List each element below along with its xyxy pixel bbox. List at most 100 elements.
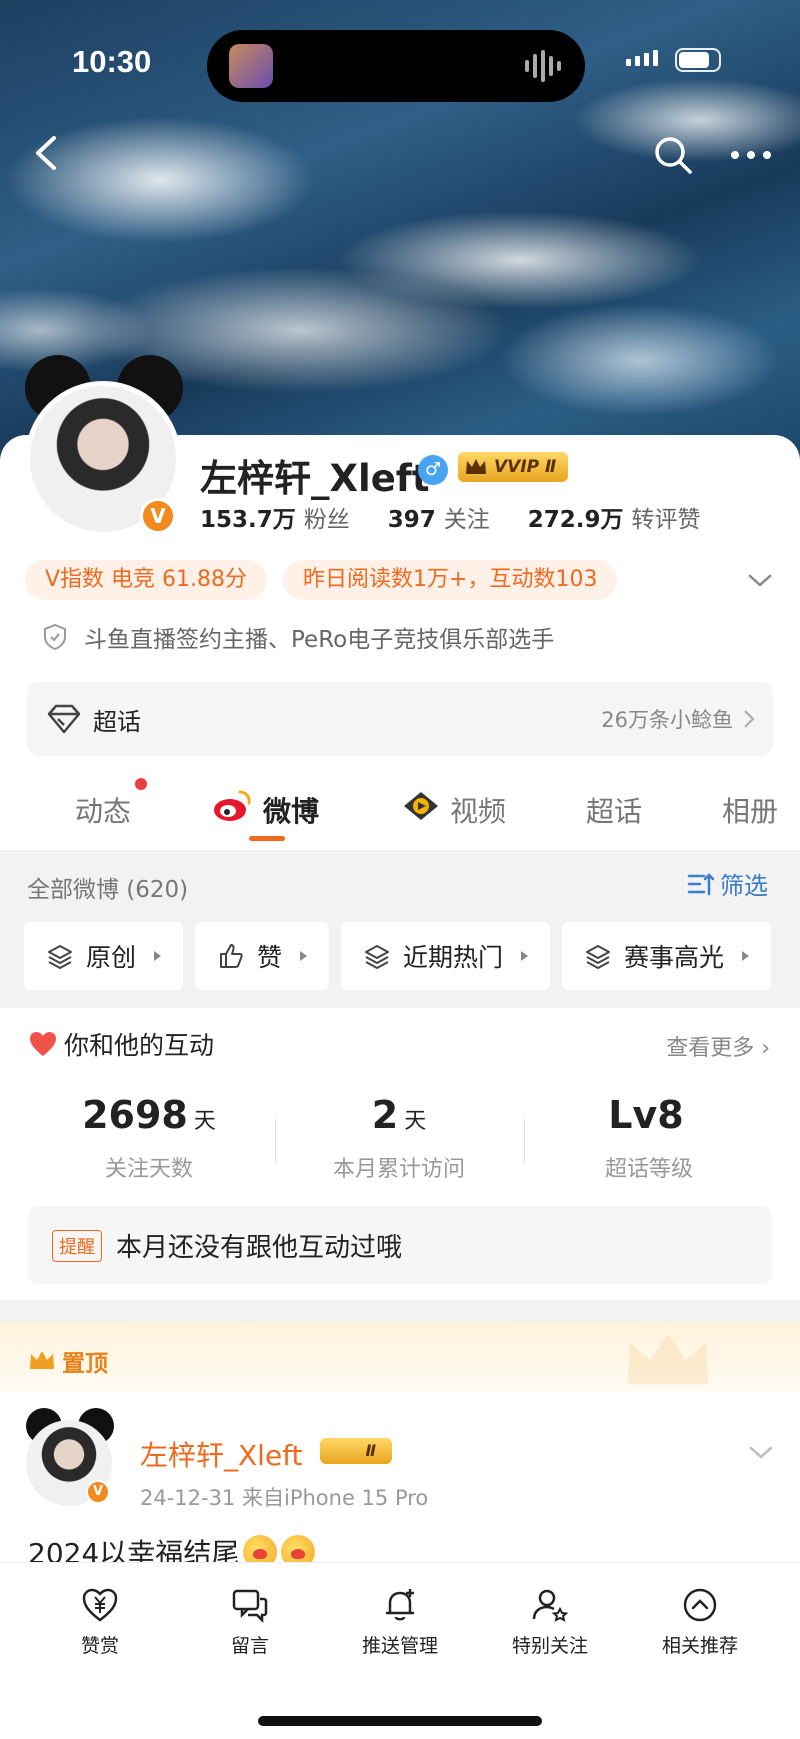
filter-icon [687, 872, 714, 895]
special-follow-label: 特别关注 [511, 1635, 588, 1657]
metric-label: 本月累计访问 [332, 1157, 465, 1182]
verified-badge-icon: V [140, 498, 176, 534]
more-icon[interactable] [726, 140, 776, 170]
interaction-title: 你和他的互动 [28, 1026, 214, 1062]
chevron-down-icon[interactable] [748, 1444, 774, 1462]
active-tab-indicator [249, 836, 285, 841]
signal-icon [626, 50, 658, 66]
vvip-label: VVIP Ⅱ [494, 457, 557, 477]
male-gender-icon: ♂ [418, 455, 448, 485]
stat-value: 397 [387, 507, 436, 533]
interaction-card: 你和他的互动 查看更多 › 2698 天 关注天数 2天 本月累计访问 Lv8 超… [0, 1008, 800, 1300]
back-icon[interactable] [22, 128, 72, 178]
pill-liked[interactable]: 赞 [195, 922, 330, 990]
profile-tabs: 动态 微博 视频 超话 相册 [0, 770, 800, 850]
filter-button[interactable]: 筛选 [686, 866, 768, 901]
stat-value: 153.7万 [200, 507, 296, 533]
notification-dot [135, 778, 147, 790]
stat-followers[interactable]: 153.7万 粉丝 [200, 500, 350, 534]
stat-value: 272.9万 [527, 507, 624, 533]
tab-weibo[interactable]: 微博 [263, 790, 319, 830]
pinned-text: 置顶 [62, 1351, 108, 1377]
pinned-label: 置顶 [28, 1344, 108, 1378]
tab-supertopic[interactable]: 超话 [586, 790, 642, 830]
supertopic-label: 超话 [93, 708, 141, 736]
pill-label: 赞 [257, 943, 283, 972]
status-time: 10:30 [72, 44, 152, 79]
filter-label: 筛选 [720, 872, 768, 900]
bell-plus-icon [386, 1589, 414, 1621]
related-recommend-button[interactable]: 相关推荐 [620, 1585, 780, 1658]
metric-monthly-visits: 2天 本月累计访问 [274, 1093, 524, 1183]
pill-label: 原创 [86, 943, 137, 972]
crown-icon [30, 1351, 54, 1369]
stat-label: 转评赞 [631, 507, 701, 533]
chevron-up-circle-icon [683, 1588, 717, 1622]
related-recommend-label: 相关推荐 [661, 1635, 738, 1657]
pinned-header: 置顶 [0, 1322, 800, 1392]
tab-video[interactable]: 视频 [450, 790, 506, 830]
user-star-icon [532, 1589, 569, 1622]
message-button[interactable]: 留言 [170, 1585, 330, 1658]
audio-wave-icon [525, 50, 565, 82]
yen-heart-icon [82, 1588, 118, 1622]
pill-recent-hot[interactable]: 近期热门 [341, 922, 551, 990]
profile-stats: 153.7万 粉丝 397 关注 272.9万 转评赞 [200, 500, 739, 534]
supertopic-entry[interactable]: 超话 26万条小鲶鱼 [27, 682, 773, 756]
see-more-label: 查看更多 [666, 1036, 755, 1061]
stat-following[interactable]: 397 关注 [388, 500, 490, 534]
reading-stats-chip[interactable]: 昨日阅读数1万+，互动数103 [283, 560, 618, 600]
layers-icon [365, 945, 390, 969]
reminder-box: 提醒 本月还没有跟他互动过哦 [28, 1206, 772, 1284]
pill-match-highlights[interactable]: 赛事高光 [562, 922, 772, 990]
reminder-text: 本月还没有跟他互动过哦 [116, 1233, 403, 1263]
vip-badge: Ⅱ [320, 1438, 392, 1464]
metric-follow-days: 2698 天 关注天数 [24, 1093, 274, 1183]
metric-label: 关注天数 [104, 1157, 193, 1182]
metric-supertopic-level: Lv8 超话等级 [524, 1093, 774, 1183]
see-more-link[interactable]: 查看更多 › [666, 1030, 770, 1062]
thumbs-up-icon [220, 944, 243, 968]
search-icon[interactable] [650, 132, 696, 178]
shield-icon [44, 623, 66, 651]
metric-unit: 天 [404, 1109, 427, 1134]
supertopic-count: 26万条小鲶鱼 [601, 708, 733, 732]
weibo-filter-section: 全部微博 (620) 筛选 原创 赞 近期热门 赛事高光 [0, 850, 800, 1005]
profile-description: 斗鱼直播签约主播、PeRo电子竞技俱乐部选手 [40, 620, 554, 654]
layers-icon [586, 945, 611, 969]
battery-icon [675, 48, 721, 72]
v-index-chip[interactable]: V指数 电竞 61.88分 [25, 560, 268, 600]
post-meta: 24-12-31 来自iPhone 15 Pro [140, 1486, 429, 1510]
interaction-title-text: 你和他的互动 [64, 1031, 215, 1060]
push-settings-button[interactable]: 推送管理 [320, 1585, 480, 1658]
home-indicator [258, 1716, 542, 1726]
crown-icon [466, 459, 486, 474]
now-playing-thumbnail [229, 44, 273, 88]
vvip-badge[interactable]: VVIP Ⅱ [458, 452, 569, 482]
pinned-post[interactable]: 置顶 V 左梓轩_Xleft Ⅱ 24-12-31 来自iPhone 15 Pr… [0, 1322, 800, 1572]
pill-original[interactable]: 原创 [24, 922, 184, 990]
message-label: 留言 [230, 1635, 269, 1657]
special-follow-button[interactable]: 特别关注 [470, 1585, 630, 1658]
push-settings-label: 推送管理 [361, 1635, 438, 1657]
diamond-icon [47, 704, 81, 734]
weibo-logo-icon [214, 790, 251, 821]
tip-button[interactable]: 赞赏 [20, 1585, 180, 1658]
status-bar: 10:30 [0, 30, 800, 102]
pill-label: 赛事高光 [624, 943, 725, 972]
stat-engagement[interactable]: 272.9万 转评赞 [528, 500, 701, 534]
tab-album[interactable]: 相册 [722, 790, 778, 830]
pill-label: 近期热门 [403, 943, 504, 972]
tab-activity[interactable]: 动态 [75, 790, 131, 830]
post-author-name[interactable]: 左梓轩_Xleft [140, 1434, 303, 1474]
chevron-right-icon [744, 710, 755, 728]
stat-label: 关注 [443, 507, 490, 533]
chevron-down-icon[interactable] [745, 568, 775, 592]
layers-icon [48, 945, 72, 969]
heart-icon [30, 1032, 56, 1056]
bottom-action-bar: 赞赏 留言 推送管理 特别关注 相关推荐 [0, 1562, 800, 1739]
stat-label: 粉丝 [303, 507, 350, 533]
reminder-tag: 提醒 [52, 1230, 102, 1262]
all-weibo-count: 全部微博 (620) [27, 877, 189, 903]
filter-pills: 原创 赞 近期热门 赛事高光 [24, 922, 772, 990]
